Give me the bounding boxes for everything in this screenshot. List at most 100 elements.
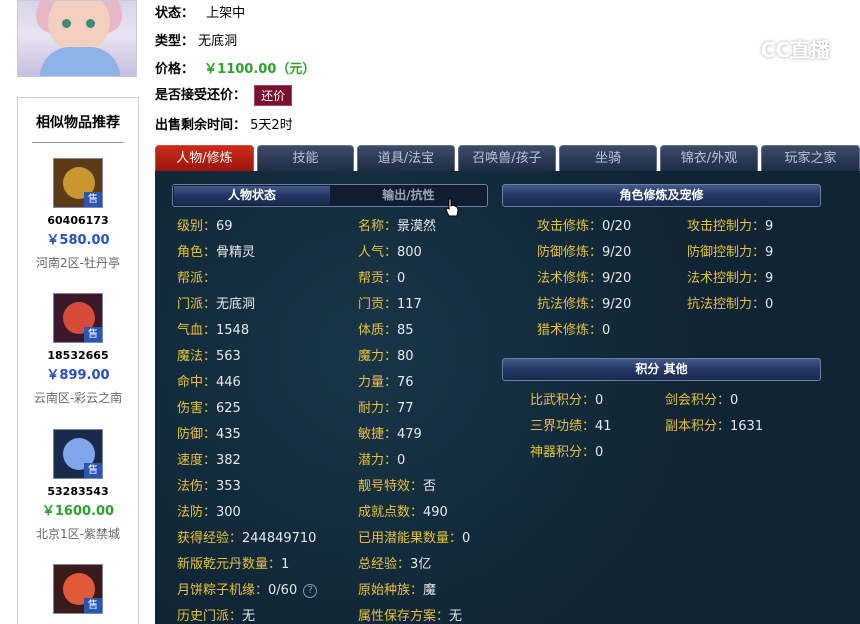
stat-value: 0 bbox=[462, 531, 471, 546]
status-label: 状态： bbox=[155, 6, 195, 21]
stat-value: 0/20 bbox=[602, 219, 632, 234]
stat-label: 门贡： bbox=[358, 297, 398, 312]
item-server[interactable]: 北京1区-紫禁城 bbox=[18, 525, 138, 542]
cultivation-header: 角色修炼及宠修 bbox=[502, 184, 821, 207]
type-value: 无底洞 bbox=[198, 34, 238, 49]
stat-label: 原始种族： bbox=[358, 583, 424, 598]
stat-label: 潜力： bbox=[358, 453, 398, 468]
stat-row: 力量：76 bbox=[358, 371, 414, 390]
item-thumbnail[interactable]: 售 bbox=[53, 429, 103, 479]
item-thumbnail[interactable]: 售 bbox=[53, 293, 103, 343]
stat-value: 490 bbox=[423, 505, 448, 520]
stat-row: 成就点数：490 bbox=[358, 501, 448, 520]
item-thumbnail[interactable]: 售 bbox=[53, 564, 103, 614]
points-row: 神器积分：0 bbox=[530, 441, 603, 460]
tab-pets[interactable]: 召唤兽/孩子 bbox=[458, 145, 556, 171]
subtab-output[interactable]: 输出/抗性 bbox=[330, 186, 487, 205]
stat-row: 法防：300 bbox=[177, 501, 241, 520]
sale-badge: 售 bbox=[84, 463, 102, 478]
time-value: 5天2时 bbox=[250, 118, 293, 133]
stat-value: 无底洞 bbox=[216, 297, 256, 312]
similar-item[interactable]: 售 bbox=[18, 564, 138, 614]
stat-label: 成就点数： bbox=[358, 505, 424, 520]
stat-row: 新版乾元丹数量：1 bbox=[177, 553, 289, 572]
stat-row: 潜力：0 bbox=[358, 449, 405, 468]
item-price: ￥1600.00 bbox=[41, 504, 115, 519]
stat-row: 名称：景漠然 bbox=[358, 215, 436, 234]
stat-label: 人气： bbox=[358, 245, 398, 260]
stat-label: 副本积分： bbox=[665, 419, 731, 434]
control-row: 抗法控制力：0 bbox=[687, 293, 773, 312]
stat-label: 力量： bbox=[358, 375, 398, 390]
stat-row: 历史门派：无 bbox=[177, 605, 255, 624]
stat-value: 479 bbox=[397, 427, 422, 442]
tab-skills[interactable]: 技能 bbox=[257, 145, 354, 171]
stat-row: 速度：382 bbox=[177, 449, 241, 468]
item-server[interactable]: 云南区-彩云之南 bbox=[18, 389, 138, 406]
title-divider bbox=[32, 142, 124, 143]
stat-label: 防御修炼： bbox=[537, 245, 603, 260]
stat-value: 9/20 bbox=[602, 245, 632, 260]
stat-value: 300 bbox=[216, 505, 241, 520]
stat-row: 帮贡：0 bbox=[358, 267, 405, 286]
item-server[interactable]: 河南2区-牡丹亭 bbox=[18, 254, 138, 271]
stat-value: 1 bbox=[281, 557, 290, 572]
similar-item[interactable]: 售 60406173 ￥580.00 河南2区-牡丹亭 bbox=[18, 158, 138, 271]
tab-mounts[interactable]: 坐骑 bbox=[559, 145, 657, 171]
character-panel: 人物状态 输出/抗性 角色修炼及宠修 积分 其他 级别：69 角色：骨精灵 帮派… bbox=[155, 171, 860, 624]
stat-row: 角色：骨精灵 bbox=[177, 241, 255, 260]
bargain-row: 是否接受还价： 还价 bbox=[155, 84, 293, 106]
similar-item[interactable]: 售 18532665 ￥899.00 云南区-彩云之南 bbox=[18, 293, 138, 406]
stat-row: 体质：85 bbox=[358, 319, 414, 338]
stat-label: 攻击修炼： bbox=[537, 219, 603, 234]
time-label: 出售剩余时间： bbox=[155, 118, 247, 133]
control-row: 攻击控制力：9 bbox=[687, 215, 773, 234]
stat-value: 0 bbox=[595, 393, 604, 408]
stat-label: 防御： bbox=[177, 427, 217, 442]
stat-row: 总经验：3亿 bbox=[358, 553, 431, 572]
item-id: 60406173 bbox=[47, 214, 109, 227]
cultivation-row: 猎术修炼：0 bbox=[537, 319, 610, 338]
points-header: 积分 其他 bbox=[502, 358, 821, 381]
similar-item[interactable]: 售 53283543 ￥1600.00 北京1区-紫禁城 bbox=[18, 429, 138, 542]
stat-value: 景漠然 bbox=[397, 219, 437, 234]
stat-value: 244849710 bbox=[242, 531, 317, 546]
cultivation-row: 抗法修炼：9/20 bbox=[537, 293, 631, 312]
stat-row: 魔力：80 bbox=[358, 345, 414, 364]
stat-row: 防御：435 bbox=[177, 423, 241, 442]
stat-label: 猎术修炼： bbox=[537, 323, 603, 338]
item-thumbnail[interactable]: 售 bbox=[53, 158, 103, 208]
stat-label: 靓号特效： bbox=[358, 479, 424, 494]
stat-label: 体质： bbox=[358, 323, 398, 338]
stat-value: 无 bbox=[242, 609, 256, 624]
bargain-button[interactable]: 还价 bbox=[254, 85, 293, 106]
tab-home[interactable]: 玩家之家 bbox=[761, 145, 860, 171]
tab-items[interactable]: 道具/法宝 bbox=[357, 145, 455, 171]
stat-label: 三界功绩： bbox=[530, 419, 596, 434]
subtab-status[interactable]: 人物状态 bbox=[174, 186, 330, 205]
stat-row: 月饼粽子机缘：0/60? bbox=[177, 579, 318, 598]
help-icon[interactable]: ? bbox=[303, 583, 318, 598]
stat-value: 117 bbox=[397, 297, 422, 312]
type-row: 类型： 无底洞 bbox=[155, 30, 237, 49]
stat-label: 抗法控制力： bbox=[687, 297, 766, 312]
stat-value: 1631 bbox=[730, 419, 764, 434]
watermark-logo: CC直播 bbox=[761, 34, 830, 63]
stat-label: 帮贡： bbox=[358, 271, 398, 286]
stat-value: 353 bbox=[216, 479, 241, 494]
watermark-text: CC直播 bbox=[760, 38, 830, 62]
stat-label: 魔力： bbox=[358, 349, 398, 364]
stat-value: 0 bbox=[730, 393, 739, 408]
stat-value: 69 bbox=[216, 219, 233, 234]
stat-value: 0 bbox=[595, 445, 604, 460]
stat-label: 法术控制力： bbox=[687, 271, 766, 286]
stat-label: 总经验： bbox=[358, 557, 411, 572]
sale-badge: 售 bbox=[84, 598, 102, 613]
control-row: 法术控制力：9 bbox=[687, 267, 773, 286]
tab-character[interactable]: 人物/修炼 bbox=[155, 145, 254, 171]
stat-label: 历史门派： bbox=[177, 609, 243, 624]
stat-value: 625 bbox=[216, 401, 241, 416]
sale-badge: 售 bbox=[84, 327, 102, 342]
stat-label: 法伤： bbox=[177, 479, 217, 494]
tab-outfits[interactable]: 锦衣/外观 bbox=[660, 145, 758, 171]
